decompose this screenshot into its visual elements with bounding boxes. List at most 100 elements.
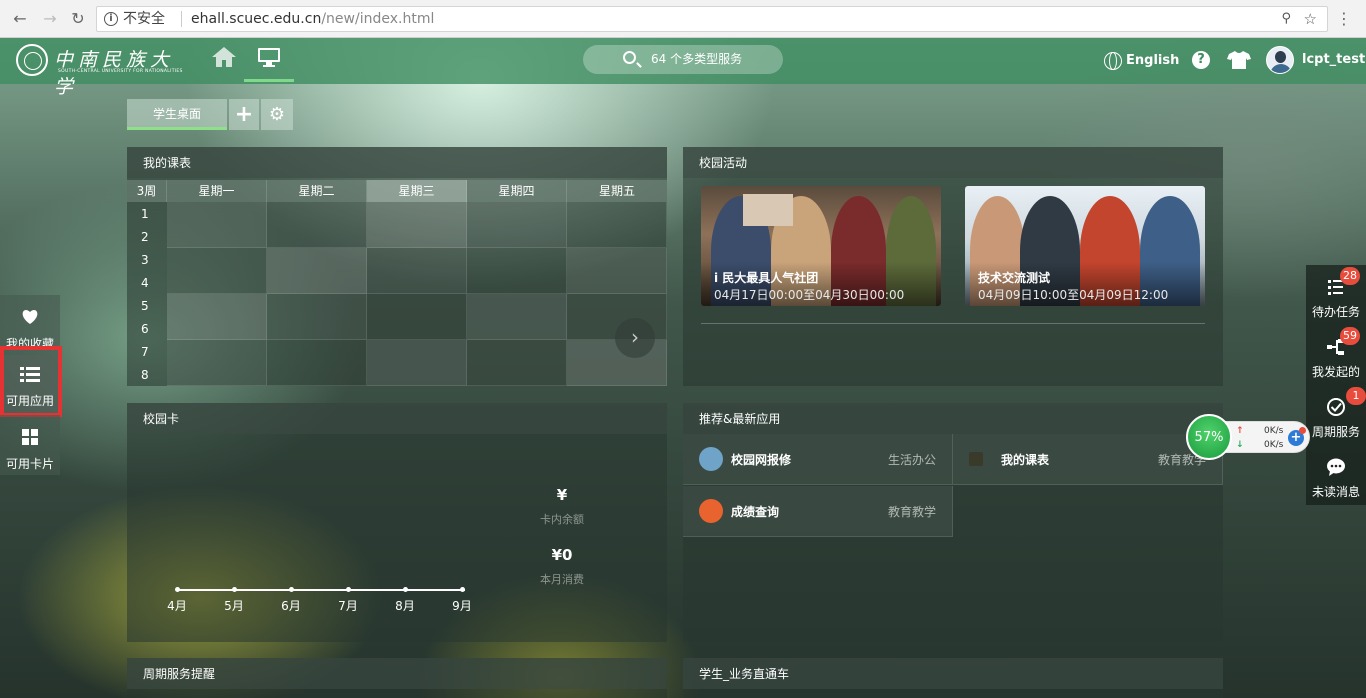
speed-percent: 57%	[1186, 414, 1232, 460]
activities-title: 校园活动	[683, 147, 1223, 178]
month-label: 9月	[452, 599, 472, 613]
schedule-cell[interactable]	[167, 340, 267, 386]
service-search[interactable]: 64 个多类型服务	[583, 45, 783, 74]
tab-student-desk[interactable]: 学生桌面	[127, 99, 227, 130]
app-name: 成绩查询	[731, 505, 780, 519]
month-point[interactable]	[232, 587, 237, 592]
activity-date: 04月17日00:00至04月30日00:00	[714, 288, 905, 302]
activity-title: 技术交流测试	[978, 271, 1051, 285]
heart-icon	[22, 310, 38, 324]
activities-panel: 校园活动 i 民大最具人气社团 04月17日00:00至04月30日00:00 …	[683, 147, 1223, 386]
university-seal-icon	[16, 44, 48, 76]
schedule-cell[interactable]	[267, 202, 367, 248]
schedule-cell[interactable]	[567, 248, 667, 294]
week-number: 3周	[127, 180, 167, 202]
schedule-grid: 1 2 3 4 5 6 7 8 ›	[127, 202, 667, 386]
alert-dot-icon	[1299, 427, 1306, 434]
theme-shirt-icon[interactable]	[1227, 50, 1251, 70]
check-circle-icon	[1327, 398, 1345, 416]
highlight-box	[0, 346, 62, 417]
monthly-spend-label: 本月消费	[540, 573, 584, 586]
app-header: 中南民族大学 SOUTH-CENTRAL UNIVERSITY FOR NATI…	[0, 38, 1366, 98]
schedule-cell[interactable]	[267, 340, 367, 386]
activity-title: i 民大最具人气社团	[714, 271, 819, 285]
app-category: 教育教学	[887, 505, 936, 519]
browser-toolbar: ← → ↻ i 不安全 ehall.scuec.edu.cn/new/index…	[0, 0, 1366, 38]
divider	[181, 11, 182, 27]
student-service-title: 学生_业务直通车	[683, 658, 1223, 689]
network-speed-widget[interactable]: 57% ↑ 0K/s ↓ 0K/s +	[1186, 414, 1310, 460]
month-point[interactable]	[289, 587, 294, 592]
address-bar[interactable]: i 不安全 ehall.scuec.edu.cn/new/index.html …	[96, 6, 1328, 32]
sidebar-item-periodic[interactable]: 1 周期服务	[1306, 385, 1366, 445]
menu-dots-icon[interactable]: ⋮	[1336, 9, 1352, 29]
sidebar-item-available-cards[interactable]: 可用卡片	[0, 415, 60, 475]
language-label: English	[1126, 53, 1180, 68]
key-icon[interactable]: ⚲	[1281, 7, 1291, 31]
active-nav-indicator	[244, 79, 294, 82]
app-item[interactable]: 校园网报修 生活办公	[683, 434, 953, 485]
back-arrow-icon[interactable]: ←	[10, 9, 30, 29]
avatar[interactable]	[1266, 46, 1294, 74]
info-icon[interactable]: i	[104, 12, 118, 26]
month-point[interactable]	[403, 587, 408, 592]
day-header: 星期一	[167, 180, 267, 202]
desktop-icon[interactable]	[256, 46, 282, 76]
university-logo[interactable]: 中南民族大学 SOUTH-CENTRAL UNIVERSITY FOR NATI…	[16, 44, 188, 98]
username[interactable]: lcpt_test	[1302, 52, 1365, 67]
schedule-cell[interactable]	[367, 294, 467, 340]
sidebar-label: 周期服务	[1311, 425, 1360, 439]
notification-badge: 1	[1346, 387, 1366, 405]
app-item[interactable]: 我的课表 教育教学	[953, 434, 1223, 485]
down-arrow-icon: ↓	[1236, 440, 1244, 450]
period-number: 8	[141, 368, 149, 382]
calendar-icon	[969, 452, 983, 466]
month-point[interactable]	[346, 587, 351, 592]
schedule-cell[interactable]	[467, 202, 567, 248]
periodic-reminder-panel: 周期服务提醒	[127, 658, 667, 698]
sidebar-item-unread[interactable]: 未读消息	[1306, 445, 1366, 505]
logo-en: SOUTH-CENTRAL UNIVERSITY FOR NATIONALITI…	[58, 69, 183, 74]
balance-value: ¥	[556, 486, 568, 504]
globe-icon	[1104, 51, 1122, 70]
schedule-cell[interactable]	[367, 340, 467, 386]
reload-icon[interactable]: ↻	[68, 9, 88, 29]
sidebar-item-initiated[interactable]: 59 我发起的	[1306, 325, 1366, 385]
help-icon[interactable]: ?	[1192, 51, 1210, 69]
schedule-cell[interactable]	[267, 248, 367, 294]
sidebar-item-todo[interactable]: 28 待办任务	[1306, 265, 1366, 325]
schedule-cell[interactable]	[267, 294, 367, 340]
activity-date: 04月09日10:00至04月09日12:00	[978, 288, 1169, 302]
language-switch[interactable]: English	[1104, 51, 1179, 71]
forward-arrow-icon[interactable]: →	[40, 9, 60, 29]
balance-label: 卡内余额	[540, 513, 584, 526]
schedule-panel: 我的课表 3周 星期一 星期二 星期三 星期四 星期五 1 2 3 4 5 6 …	[127, 147, 667, 386]
schedule-cell[interactable]	[567, 202, 667, 248]
schedule-cell[interactable]	[467, 248, 567, 294]
schedule-cell[interactable]	[467, 340, 567, 386]
month-point[interactable]	[175, 587, 180, 592]
schedule-cell[interactable]	[467, 294, 567, 340]
period-number: 1	[141, 207, 149, 221]
gear-icon[interactable]: ⚙	[261, 99, 293, 130]
insecure-label: 不安全	[123, 11, 165, 27]
month-point[interactable]	[460, 587, 465, 592]
activity-card[interactable]: 技术交流测试 04月09日10:00至04月09日12:00	[965, 186, 1205, 306]
day-header: 星期二	[267, 180, 367, 202]
sidebar-label: 我发起的	[1311, 365, 1360, 379]
app-item[interactable]: 成绩查询 教育教学	[683, 486, 953, 537]
bookmark-star-icon[interactable]: ☆	[1304, 7, 1317, 31]
home-icon[interactable]	[210, 46, 238, 76]
schedule-cell[interactable]	[167, 202, 267, 248]
next-week-button[interactable]: ›	[615, 318, 655, 358]
url-text: ehall.scuec.edu.cn/new/index.html	[191, 7, 434, 31]
schedule-cell[interactable]	[367, 202, 467, 248]
activity-card[interactable]: i 民大最具人气社团 04月17日00:00至04月30日00:00	[701, 186, 941, 306]
schedule-cell[interactable]	[167, 248, 267, 294]
schedule-cell[interactable]	[167, 294, 267, 340]
period-number: 3	[141, 253, 149, 267]
add-tab-icon[interactable]: +	[229, 99, 259, 130]
sidebar-label: 未读消息	[1311, 485, 1360, 499]
schedule-cell[interactable]	[367, 248, 467, 294]
month-label: 4月	[167, 599, 187, 613]
